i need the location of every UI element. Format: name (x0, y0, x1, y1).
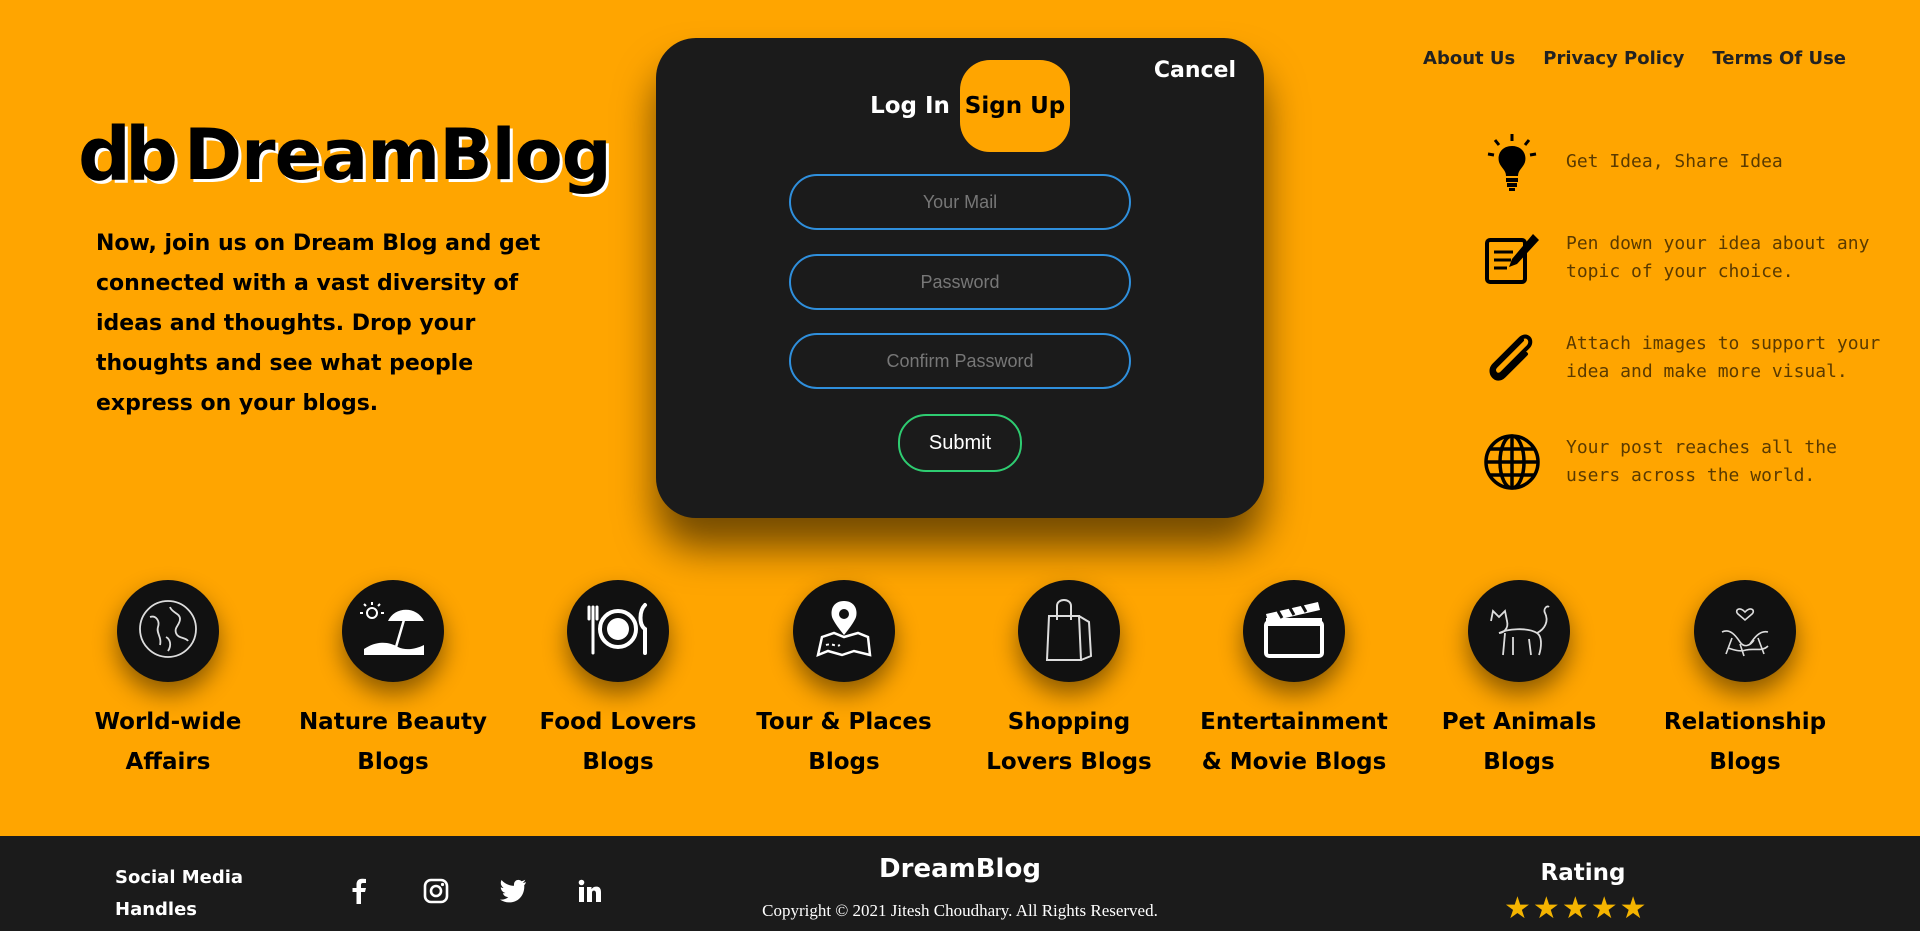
category-shopping-lovers-blogs[interactable]: Shopping Lovers Blogs (959, 580, 1179, 782)
pen-notepad-icon (1480, 226, 1544, 290)
category-label: Food Lovers Blogs (539, 709, 697, 775)
category-circle (567, 580, 669, 682)
category-pet-animals-blogs[interactable]: Pet Animals Blogs (1409, 580, 1629, 782)
category-circle (793, 580, 895, 682)
star-icon[interactable]: ★ (1562, 894, 1589, 924)
star-icon[interactable]: ★ (1533, 894, 1560, 924)
category-label: Tour & Places Blogs (756, 709, 932, 775)
category-label: Nature Beauty Blogs (298, 709, 488, 775)
category-food-lovers-blogs[interactable]: Food Lovers Blogs (508, 580, 728, 782)
auth-mode-tabs: Log In Sign Up (860, 60, 1070, 152)
intro-text: Now, join us on Dream Blog and get conne… (96, 231, 541, 416)
star-icon[interactable]: ★ (1620, 894, 1647, 924)
category-label: World-wide Affairs (94, 709, 242, 775)
brand-logo: db (78, 112, 178, 198)
signup-modal: Cancel Log In Sign Up Submit (656, 38, 1264, 518)
nav-link-privacy[interactable]: Privacy Policy (1543, 48, 1684, 69)
rating-title: Rating (1540, 860, 1626, 886)
category-label: Pet Animals Blogs (1441, 709, 1597, 775)
cancel-button[interactable]: Cancel (1154, 58, 1236, 83)
confirm-password-field[interactable] (789, 333, 1131, 389)
category-circle (1468, 580, 1570, 682)
tab-login[interactable]: Log In (860, 60, 960, 152)
category-circle (342, 580, 444, 682)
category-entertainment-movie-blogs[interactable]: Entertainment & Movie Blogs (1184, 580, 1404, 782)
category-nature-beauty-blogs[interactable]: Nature Beauty Blogs (283, 580, 503, 782)
category-circle (1694, 580, 1796, 682)
category-tour-places-blogs[interactable]: Tour & Places Blogs (734, 580, 954, 782)
shopping-bag-icon (1041, 594, 1097, 668)
category-relationship-blogs[interactable]: Relationship Blogs (1635, 580, 1855, 782)
brand-name: DreamBlog (183, 114, 612, 196)
beach-umbrella-icon (358, 597, 428, 665)
footer: Social Media Handles DreamBlog Copyright… (0, 836, 1920, 931)
plate-cutlery-icon (583, 601, 653, 661)
category-circle (117, 580, 219, 682)
paperclip-icon (1480, 326, 1544, 390)
lightbulb-icon (1480, 130, 1544, 194)
feature-item: Attach images to support your idea and m… (1480, 326, 1886, 390)
category-circle (1018, 580, 1120, 682)
cat-icon (1483, 599, 1555, 663)
clapperboard-icon (1260, 598, 1328, 664)
category-list: World-wide Affairs Nature Beauty Blogs F… (0, 580, 1920, 780)
couple-heart-icon (1710, 594, 1780, 668)
star-icon[interactable]: ★ (1504, 894, 1531, 924)
feature-text: Attach images to support your idea and m… (1566, 333, 1881, 382)
feature-text: Get Idea, Share Idea (1566, 151, 1783, 172)
map-pin-icon (814, 599, 874, 663)
brand: db DreamBlog (78, 112, 612, 198)
feature-text: Your post reaches all the users across t… (1566, 437, 1837, 486)
category-label: Relationship Blogs (1663, 709, 1827, 775)
category-circle (1243, 580, 1345, 682)
email-field[interactable] (789, 174, 1131, 230)
feature-item: Get Idea, Share Idea (1480, 130, 1886, 194)
feature-item: Pen down your idea about any topic of yo… (1480, 226, 1886, 290)
nav-link-terms[interactable]: Terms Of Use (1712, 48, 1846, 69)
category-world-wide-affairs[interactable]: World-wide Affairs (58, 580, 278, 782)
star-icon[interactable]: ★ (1591, 894, 1618, 924)
category-label: Shopping Lovers Blogs (986, 709, 1152, 775)
feature-item: Your post reaches all the users across t… (1480, 430, 1886, 494)
globe-icon (1480, 430, 1544, 494)
earth-icon (136, 597, 200, 665)
rating-stars: ★ ★ ★ ★ ★ (1504, 894, 1647, 924)
password-field[interactable] (789, 254, 1131, 310)
category-label: Entertainment & Movie Blogs (1200, 709, 1388, 775)
feature-text: Pen down your idea about any topic of yo… (1566, 233, 1870, 282)
nav-link-about[interactable]: About Us (1423, 48, 1515, 69)
tab-signup[interactable]: Sign Up (960, 60, 1070, 152)
submit-button[interactable]: Submit (898, 414, 1022, 472)
top-nav: About Us Privacy Policy Terms Of Use (1423, 48, 1846, 69)
